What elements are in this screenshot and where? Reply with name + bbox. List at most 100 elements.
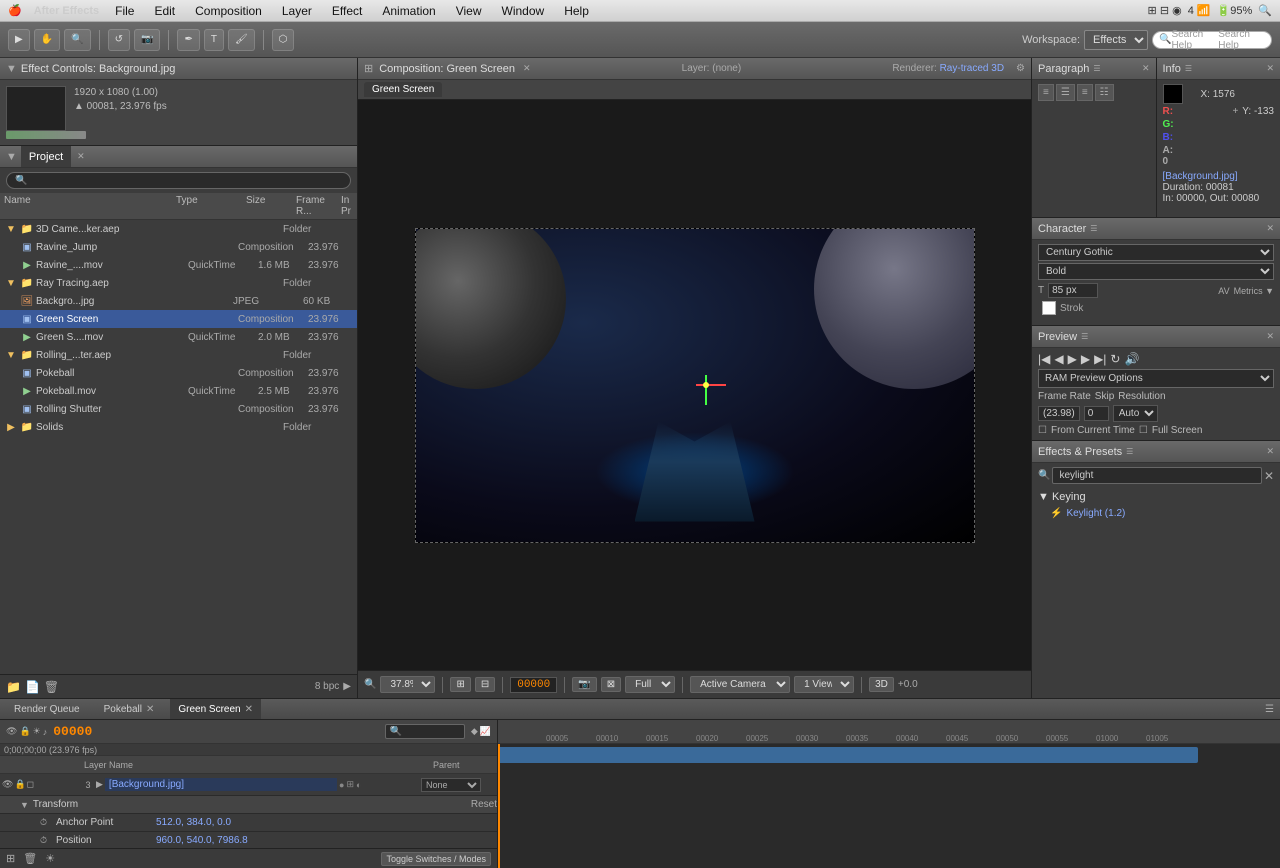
play-btn[interactable]: ▶ <box>1068 352 1077 366</box>
prev-frame-btn[interactable]: ◀ <box>1054 352 1063 366</box>
workspace-select[interactable]: Effects <box>1084 30 1148 50</box>
list-item[interactable]: ▣ Green Screen Composition 23.976 <box>0 310 357 328</box>
transparency-btn[interactable]: ⊠ <box>601 677 621 692</box>
ep-item-keylight[interactable]: ⚡ Keylight (1.2) <box>1038 506 1274 521</box>
panel-toggle-icon[interactable]: ▼ <box>6 151 17 163</box>
align-left-btn[interactable]: ≡ <box>1038 84 1054 101</box>
composition-viewer[interactable]: Active Camera <box>358 100 1031 670</box>
tab-pokeball[interactable]: Pokeball ✕ <box>96 699 163 719</box>
ep-close-btn[interactable]: ✕ <box>1266 446 1274 457</box>
shy-switch[interactable]: ● <box>339 780 344 790</box>
character-close-btn[interactable]: ✕ <box>1266 223 1274 234</box>
expand-icon[interactable]: ▼ <box>4 350 18 361</box>
expand-layer-btn[interactable]: ▶ <box>96 779 103 790</box>
info-menu-btn[interactable]: ☰ <box>1185 64 1192 73</box>
panel-toggle-icon[interactable]: ▼ <box>6 63 17 75</box>
tab-green-screen-timeline[interactable]: Green Screen ✕ <box>170 699 261 719</box>
loop-btn[interactable]: ↻ <box>1110 352 1120 366</box>
ram-preview-select[interactable]: RAM Preview Options <box>1038 369 1274 388</box>
new-folder-btn[interactable]: 📁 <box>6 680 21 694</box>
3d-switch[interactable]: ⊞ <box>346 779 354 790</box>
camera-select[interactable]: Active Camera <box>690 676 790 693</box>
list-item[interactable]: ▼ 📁 3D Came...ker.aep Folder <box>0 220 357 238</box>
eye-toggle[interactable]: 👁 <box>2 779 13 790</box>
expand-icon[interactable]: ▶ <box>4 422 18 433</box>
font-size-input[interactable] <box>1048 283 1098 298</box>
go-start-btn[interactable]: |◀ <box>1038 352 1050 366</box>
tab-project[interactable]: Project <box>21 146 71 167</box>
y-axis-handle[interactable] <box>705 375 707 405</box>
menu-edit[interactable]: Edit <box>150 4 179 18</box>
timeline-ruler[interactable]: 00005 00010 00015 00020 00025 00030 0003… <box>498 720 1280 744</box>
solo-mode-btn[interactable]: ☀ <box>45 852 55 865</box>
metrics-select[interactable]: Metrics ▼ <box>1234 286 1274 296</box>
fps-value[interactable]: (23.98) <box>1038 406 1080 421</box>
list-item[interactable]: ▶ Ravine_....mov QuickTime 1.6 MB 23.976 <box>0 256 357 274</box>
playhead[interactable] <box>498 744 500 868</box>
pokeball-close-btn[interactable]: ✕ <box>146 704 154 715</box>
position-value[interactable]: 960.0, 540.0, 7986.8 <box>156 835 248 846</box>
list-item[interactable]: ▶ 📁 Solids Folder <box>0 418 357 436</box>
align-center-btn[interactable]: ☰ <box>1056 84 1075 101</box>
rotation-tool[interactable]: ↺ <box>108 29 130 51</box>
list-item[interactable]: ▣ Ravine_Jump Composition 23.976 <box>0 238 357 256</box>
grid-btn[interactable]: ⊞ <box>450 677 470 692</box>
ep-category-keying[interactable]: ▼ Keying <box>1038 488 1274 506</box>
stopwatch-icon[interactable]: ⏱ <box>40 817 56 828</box>
zoom-select[interactable]: 37.8% <box>380 676 435 693</box>
menu-help[interactable]: Help <box>560 4 593 18</box>
motion-blur-switch[interactable]: ◐ <box>356 780 361 790</box>
skip-value[interactable] <box>1084 406 1109 421</box>
transform-widget[interactable] <box>696 375 716 395</box>
close-comp-btn[interactable]: ✕ <box>523 63 531 74</box>
views-select[interactable]: 1 View <box>794 676 854 693</box>
anchor-point-value[interactable]: 512.0, 384.0, 0.0 <box>156 817 231 828</box>
stopwatch-icon2[interactable]: ⏱ <box>40 835 56 846</box>
parent-select[interactable]: None <box>421 778 481 792</box>
audio-btn[interactable]: 🔊 <box>1124 352 1139 366</box>
stroke-color-box[interactable] <box>1042 301 1056 315</box>
menu-layer[interactable]: Layer <box>278 4 316 18</box>
graph-btn[interactable]: 📈 <box>480 726 491 737</box>
res-select[interactable]: Auto <box>1113 405 1158 422</box>
shape-tool[interactable]: ⬡ <box>272 29 295 51</box>
list-item[interactable]: ▶ Pokeball.mov QuickTime 2.5 MB 23.976 <box>0 382 357 400</box>
lock-toggle[interactable]: 🔒 <box>14 779 25 790</box>
character-menu-btn[interactable]: ☰ <box>1090 224 1097 233</box>
eye-icon[interactable]: 👁 <box>6 726 17 737</box>
zoom-tool[interactable]: 🔍 <box>64 29 90 51</box>
tab-render-queue[interactable]: Render Queue <box>6 699 88 719</box>
info-close-btn[interactable]: ✕ <box>1266 63 1274 74</box>
project-search-input[interactable] <box>6 172 351 189</box>
transform-group[interactable]: ▼ Transform Reset <box>0 796 497 814</box>
list-item[interactable]: ▼ 📁 Rolling_...ter.aep Folder <box>0 346 357 364</box>
delete-btn[interactable]: 🗑 <box>44 680 59 694</box>
timeline-keyframe-area[interactable] <box>498 744 1280 868</box>
apple-menu[interactable]: 🍎 <box>8 4 22 17</box>
keyframe-btn[interactable]: ◆ <box>471 726 478 737</box>
reset-btn[interactable]: Reset <box>471 799 497 810</box>
transform-expand-icon[interactable]: ▼ <box>20 800 29 810</box>
layer-bar-1[interactable] <box>498 747 1198 763</box>
search-help-input[interactable]: 🔍 Search HelpSearch Help <box>1152 31 1272 49</box>
menu-composition[interactable]: Composition <box>191 4 266 18</box>
menu-effect[interactable]: Effect <box>328 4 366 18</box>
next-frame-btn[interactable]: ▶ <box>1081 352 1090 366</box>
font-family-select[interactable]: Century Gothic <box>1038 244 1274 261</box>
list-item[interactable]: ▣ Pokeball Composition 23.976 <box>0 364 357 382</box>
selection-tool[interactable]: ▶ <box>8 29 30 51</box>
ep-clear-btn[interactable]: ✕ <box>1264 469 1274 483</box>
panel-close-btn[interactable]: ✕ <box>77 151 85 162</box>
expand-icon[interactable]: ▼ <box>4 278 18 289</box>
layer-name[interactable]: [Background.jpg] <box>105 778 337 791</box>
list-item[interactable]: 🖼 Backgro...jpg JPEG 60 KB <box>0 292 357 310</box>
paragraph-menu-btn[interactable]: ☰ <box>1093 64 1100 73</box>
widget-dot[interactable] <box>703 382 709 388</box>
timeline-search-input[interactable] <box>385 724 465 739</box>
lock-icon[interactable]: 🔒 <box>19 726 30 737</box>
full-screen-checkbox[interactable]: ☐ <box>1139 425 1148 436</box>
from-current-checkbox[interactable]: ☐ <box>1038 425 1047 436</box>
menu-file[interactable]: File <box>111 4 138 18</box>
quality-select[interactable]: Full <box>625 676 675 693</box>
ep-search-input[interactable] <box>1052 467 1261 484</box>
